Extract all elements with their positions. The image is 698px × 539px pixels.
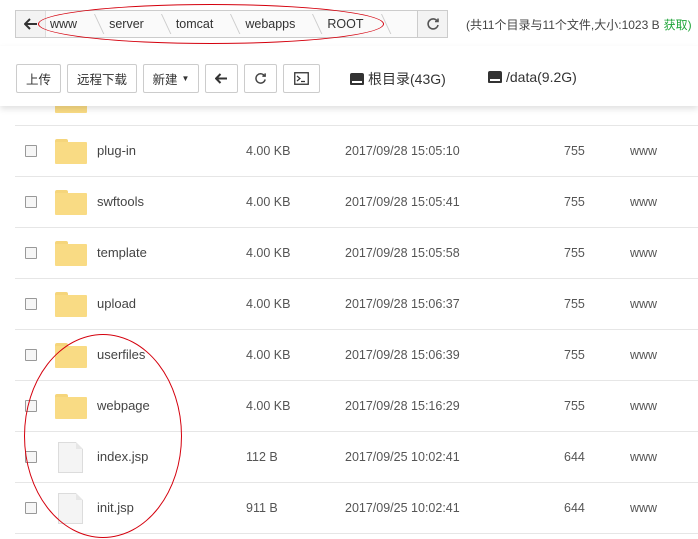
file-size: 911 B — [246, 501, 278, 515]
table-row[interactable]: webpage 4.00 KB 2017/09/28 15:16:29 755 … — [15, 381, 698, 432]
folder-icon — [55, 241, 87, 266]
file-time: 2017/09/25 10:02:41 — [345, 450, 460, 464]
breadcrumb: www server tomcat webapps ROOT — [15, 10, 448, 38]
breadcrumb-item-www[interactable]: www — [46, 11, 95, 37]
file-owner[interactable]: www — [630, 144, 657, 158]
breadcrumb-item-root[interactable]: ROOT — [313, 11, 381, 37]
hdd-icon — [350, 73, 364, 85]
table-row[interactable]: index.jsp 112 B 2017/09/25 10:02:41 644 … — [15, 432, 698, 483]
file-owner[interactable]: www — [630, 246, 657, 260]
file-time: 2017/09/28 15:06:39 — [345, 348, 460, 362]
new-button-label: 新建 — [152, 73, 178, 87]
table-row[interactable]: swftools 4.00 KB 2017/09/28 15:05:41 755… — [15, 177, 698, 228]
file-size: 4.00 KB — [246, 144, 291, 158]
row-checkbox[interactable] — [25, 502, 37, 514]
file-time: 2017/09/28 15:16:29 — [345, 399, 460, 413]
row-checkbox[interactable] — [25, 349, 37, 361]
file-owner[interactable]: www — [630, 501, 657, 515]
file-permission[interactable]: 755 — [564, 297, 585, 311]
disk-data[interactable]: /data(9.2G) — [488, 69, 577, 85]
folder-icon — [55, 292, 87, 317]
hdd-icon — [488, 71, 502, 83]
terminal-button[interactable] — [283, 64, 320, 93]
table-row[interactable]: plug-in 4.00 KB 2017/09/28 15:05:10 755 … — [15, 126, 698, 177]
folder-icon — [55, 139, 87, 164]
file-size: 4.00 KB — [246, 195, 291, 209]
file-time: 2017/09/25 10:02:41 — [345, 501, 460, 515]
row-checkbox[interactable] — [25, 196, 37, 208]
file-owner[interactable]: www — [630, 195, 657, 209]
back-arrow-icon[interactable] — [16, 11, 46, 37]
file-size: 4.00 KB — [246, 399, 291, 413]
file-list: plug-in 4.00 KB 2017/09/28 15:05:10 755 … — [15, 100, 698, 539]
file-size: 4.00 KB — [246, 297, 291, 311]
file-size: 4.00 KB — [246, 348, 291, 362]
refresh-icon[interactable] — [417, 11, 447, 37]
table-row[interactable]: template 4.00 KB 2017/09/28 15:05:58 755… — [15, 228, 698, 279]
row-checkbox[interactable] — [25, 451, 37, 463]
file-name[interactable]: userfiles — [97, 347, 145, 362]
row-checkbox[interactable] — [25, 298, 37, 310]
back-button[interactable] — [205, 64, 238, 93]
disk-root[interactable]: 根目录(43G) — [350, 69, 446, 89]
file-permission[interactable]: 755 — [564, 348, 585, 362]
refresh-icon — [255, 73, 266, 84]
breadcrumb-item-tomcat[interactable]: tomcat — [162, 11, 232, 37]
disk-root-label: 根目录(43G) — [368, 71, 446, 87]
table-row[interactable]: upload 4.00 KB 2017/09/28 15:06:37 755 w… — [15, 279, 698, 330]
file-owner[interactable]: www — [630, 450, 657, 464]
row-checkbox[interactable] — [25, 247, 37, 259]
table-row[interactable]: userfiles 4.00 KB 2017/09/28 15:06:39 75… — [15, 330, 698, 381]
directory-stats: (共11个目录与11个文件,大小:1023 B 获取) — [466, 16, 692, 33]
file-time: 2017/09/28 15:05:58 — [345, 246, 460, 260]
caret-down-icon: ▼ — [181, 74, 190, 83]
folder-icon — [55, 190, 87, 215]
terminal-icon — [294, 72, 309, 85]
back-arrow-icon — [215, 73, 227, 84]
file-name[interactable]: upload — [97, 296, 136, 311]
file-name[interactable]: template — [97, 245, 147, 260]
folder-icon — [55, 394, 87, 419]
remote-download-button[interactable]: 远程下载 — [67, 64, 137, 93]
stats-text: (共11个目录与11个文件,大小:1023 B — [466, 18, 660, 32]
new-dropdown-button[interactable]: 新建 ▼ — [143, 64, 199, 93]
file-icon — [58, 442, 83, 473]
file-name[interactable]: swftools — [97, 194, 144, 209]
file-icon — [58, 493, 83, 524]
file-permission[interactable]: 755 — [564, 195, 585, 209]
file-size: 4.00 KB — [246, 246, 291, 260]
disk-data-label: /data(9.2G) — [506, 69, 577, 85]
file-time: 2017/09/28 15:06:37 — [345, 297, 460, 311]
breadcrumb-item-webapps[interactable]: webapps — [231, 11, 313, 37]
file-owner[interactable]: www — [630, 399, 657, 413]
row-checkbox[interactable] — [25, 145, 37, 157]
file-time: 2017/09/28 15:05:10 — [345, 144, 460, 158]
row-checkbox[interactable] — [25, 400, 37, 412]
table-row[interactable]: init.jsp 911 B 2017/09/25 10:02:41 644 w… — [15, 483, 698, 534]
file-permission[interactable]: 644 — [564, 501, 585, 515]
file-owner[interactable]: www — [630, 297, 657, 311]
file-size: 112 B — [246, 450, 278, 464]
file-owner[interactable]: www — [630, 348, 657, 362]
refresh-button[interactable] — [244, 64, 277, 93]
file-permission[interactable]: 755 — [564, 246, 585, 260]
file-time: 2017/09/28 15:05:41 — [345, 195, 460, 209]
folder-icon — [55, 343, 87, 368]
file-permission[interactable]: 755 — [564, 144, 585, 158]
get-size-link[interactable]: 获取) — [664, 18, 692, 32]
upload-button[interactable]: 上传 — [16, 64, 61, 93]
file-permission[interactable]: 644 — [564, 450, 585, 464]
breadcrumb-item-server[interactable]: server — [95, 11, 162, 37]
file-name[interactable]: init.jsp — [97, 500, 134, 515]
file-name[interactable]: webpage — [97, 398, 150, 413]
file-name[interactable]: index.jsp — [97, 449, 148, 464]
file-name[interactable]: plug-in — [97, 143, 136, 158]
file-permission[interactable]: 755 — [564, 399, 585, 413]
